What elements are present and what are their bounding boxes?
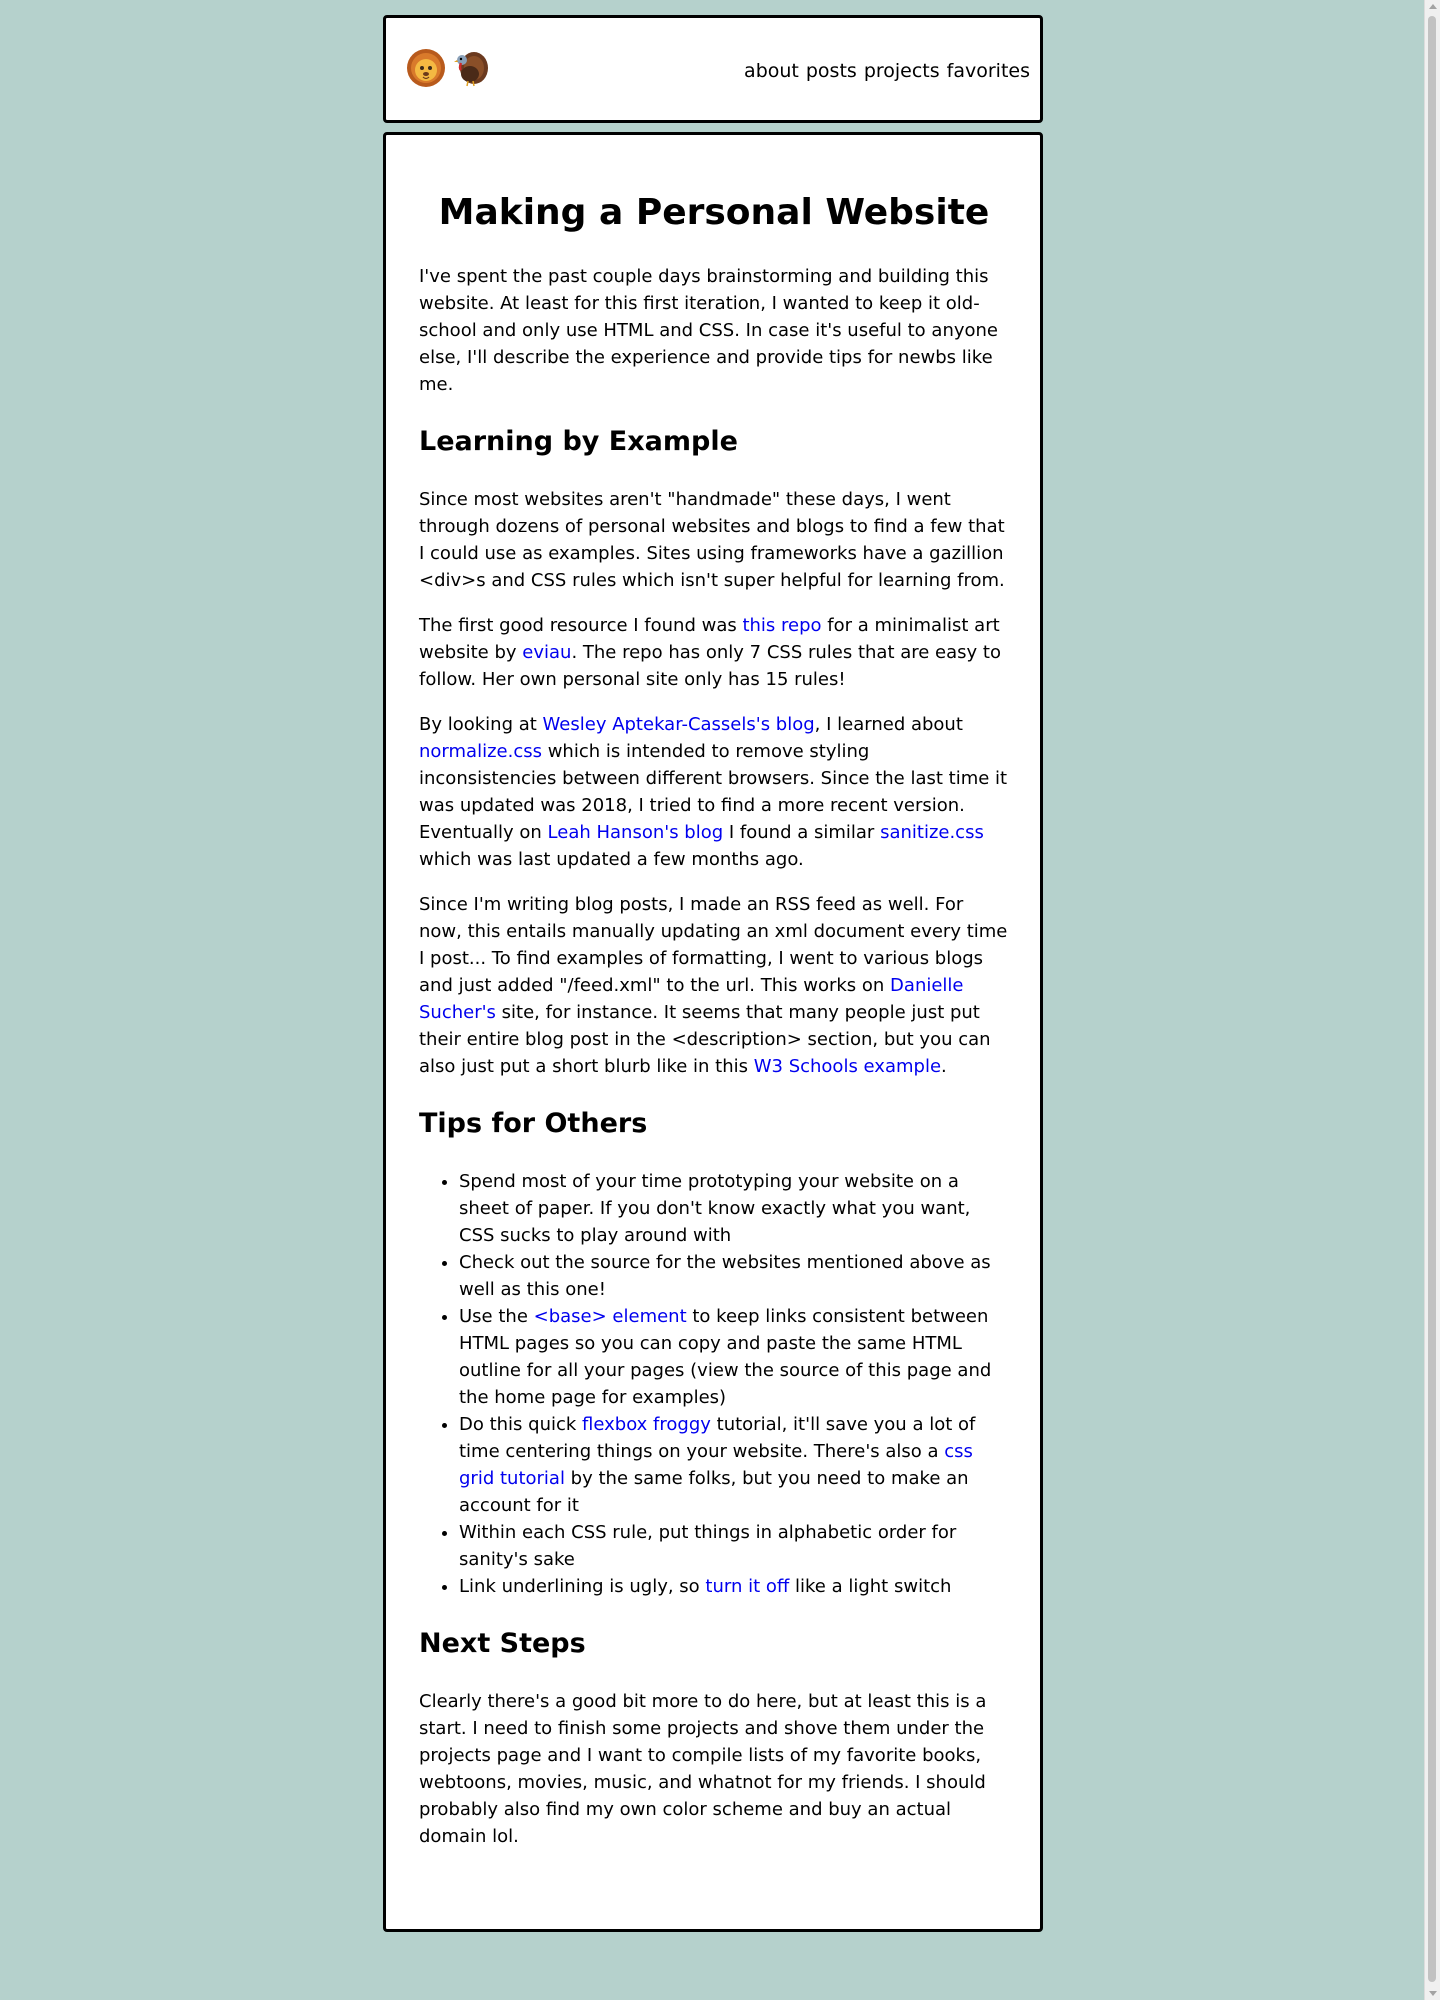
text: . bbox=[941, 1056, 947, 1077]
text: Link underlining is ugly, so bbox=[459, 1576, 706, 1597]
list-item: Check out the source for the websites me… bbox=[459, 1249, 1009, 1303]
scroll-up-icon[interactable] bbox=[1429, 4, 1437, 9]
link-base-element[interactable]: <base> element bbox=[534, 1306, 687, 1327]
link-leah-hanson-blog[interactable]: Leah Hanson's blog bbox=[548, 822, 724, 843]
list-item: Do this quick flexbox froggy tutorial, i… bbox=[459, 1411, 1009, 1519]
tips-list: Spend most of your time prototyping your… bbox=[419, 1168, 1009, 1600]
nav-projects[interactable]: projects bbox=[864, 60, 940, 82]
paragraph-normalize: By looking at Wesley Aptekar-Cassels's b… bbox=[419, 711, 1009, 873]
text: Do this quick bbox=[459, 1414, 583, 1435]
scroll-down-icon[interactable] bbox=[1429, 1991, 1437, 1996]
page-scrollbar[interactable] bbox=[1424, 0, 1440, 2000]
article-content: Making a Personal Website I've spent the… bbox=[419, 191, 1009, 1868]
text: which was last updated a few months ago. bbox=[419, 849, 804, 870]
list-item: Within each CSS rule, put things in alph… bbox=[459, 1519, 1009, 1573]
link-turn-it-off[interactable]: turn it off bbox=[705, 1576, 789, 1597]
lion-icon bbox=[407, 49, 445, 87]
text: , I learned about bbox=[814, 714, 963, 735]
link-wesley-blog[interactable]: Wesley Aptekar-Cassels's blog bbox=[543, 714, 815, 735]
link-w3-schools-example[interactable]: W3 Schools example bbox=[754, 1056, 941, 1077]
heading-next-steps: Next Steps bbox=[419, 1628, 586, 1659]
link-flexbox-froggy[interactable]: flexbox froggy bbox=[582, 1414, 711, 1435]
heading-tips-for-others: Tips for Others bbox=[419, 1108, 648, 1139]
main-nav: about posts projects favorites bbox=[744, 60, 1030, 82]
nav-favorites[interactable]: favorites bbox=[947, 60, 1030, 82]
link-eviau[interactable]: eviau bbox=[522, 642, 571, 663]
page-title: Making a Personal Website bbox=[438, 192, 990, 233]
list-item: Link underlining is ugly, so turn it off… bbox=[459, 1573, 1009, 1600]
turkey-icon bbox=[454, 52, 488, 87]
text: I found a similar bbox=[723, 822, 881, 843]
paragraph-rss: Since I'm writing blog posts, I made an … bbox=[419, 891, 1009, 1080]
paragraph-first-resource: The first good resource I found was this… bbox=[419, 612, 1009, 693]
article-card: Making a Personal Website I've spent the… bbox=[383, 132, 1043, 1932]
scrollbar-thumb[interactable] bbox=[1428, 16, 1436, 1982]
nav-about[interactable]: about bbox=[744, 60, 799, 82]
site-logo[interactable] bbox=[406, 48, 490, 88]
heading-learning-by-example: Learning by Example bbox=[419, 426, 738, 457]
list-item: Use the <base> element to keep links con… bbox=[459, 1303, 1009, 1411]
list-item: Spend most of your time prototyping your… bbox=[459, 1168, 1009, 1249]
nav-posts[interactable]: posts bbox=[806, 60, 857, 82]
paragraph-next-steps: Clearly there's a good bit more to do he… bbox=[419, 1691, 987, 1847]
intro-paragraph: I've spent the past couple days brainsto… bbox=[419, 266, 999, 395]
paragraph-handmade: Since most websites aren't "handmade" th… bbox=[419, 489, 1005, 591]
text: The first good resource I found was bbox=[419, 615, 743, 636]
text: Use the bbox=[459, 1306, 534, 1327]
text: By looking at bbox=[419, 714, 543, 735]
link-sanitize-css[interactable]: sanitize.css bbox=[880, 822, 984, 843]
link-this-repo[interactable]: this repo bbox=[742, 615, 821, 636]
text: like a light switch bbox=[789, 1576, 952, 1597]
link-normalize-css[interactable]: normalize.css bbox=[419, 741, 542, 762]
site-header: about posts projects favorites bbox=[383, 15, 1043, 123]
